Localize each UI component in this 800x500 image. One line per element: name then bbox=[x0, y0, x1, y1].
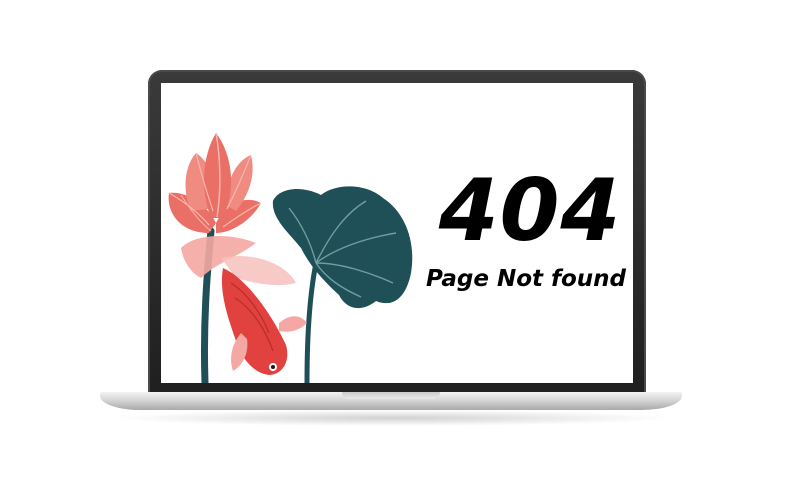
koi-fish-icon bbox=[181, 236, 307, 375]
lotus-flower-icon bbox=[168, 132, 262, 233]
laptop-shadow bbox=[110, 410, 675, 426]
leaf-stem bbox=[304, 260, 319, 383]
laptop-base-notch bbox=[342, 392, 440, 399]
error-message: Page Not found bbox=[425, 266, 627, 292]
page-root: 404 Page Not found bbox=[0, 0, 800, 500]
error-code: 404 bbox=[438, 161, 622, 261]
lotus-leaf-icon bbox=[272, 186, 413, 309]
